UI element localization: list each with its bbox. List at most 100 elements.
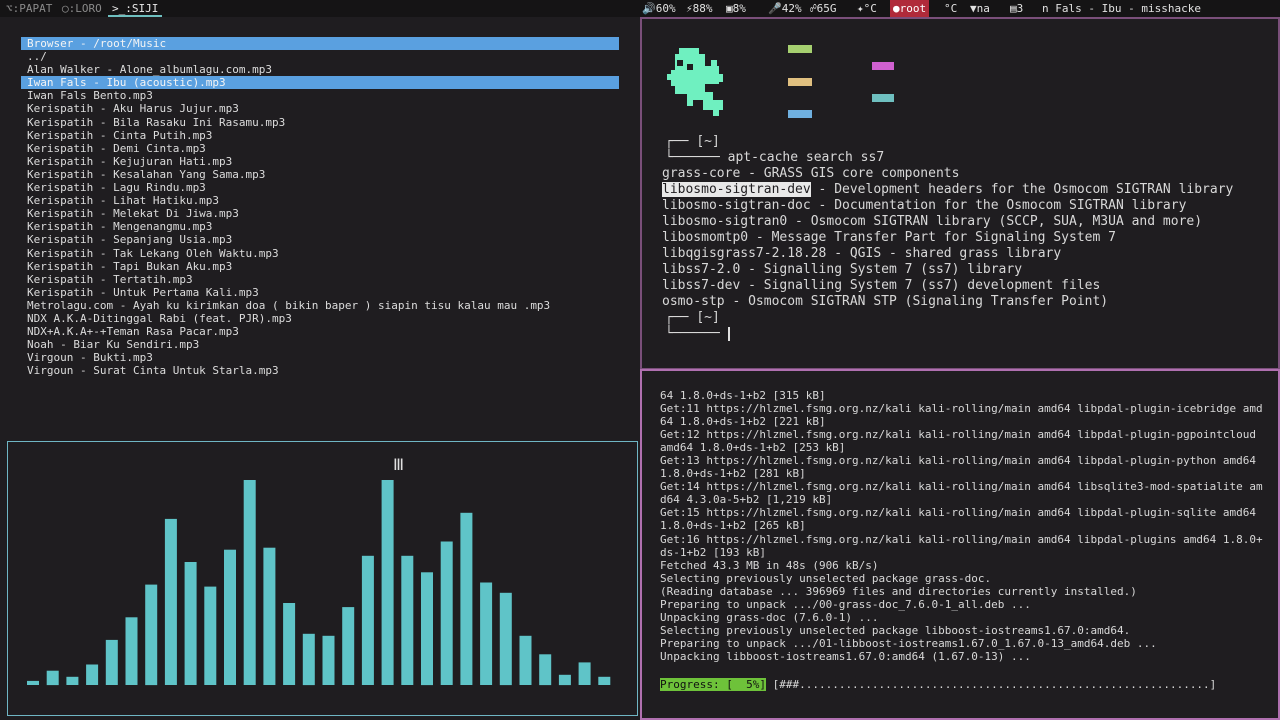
workspace-loro[interactable]: ◯:LORO [58, 0, 106, 17]
file-list-item[interactable]: Iwan Fals Bento.mp3 [21, 89, 619, 102]
package-name[interactable]: grass-core [662, 166, 740, 181]
file-list-item[interactable]: Kerispatih - Demi Cinta.mp3 [21, 142, 619, 155]
file-list-item[interactable]: Iwan Fals - Ibu (acoustic).mp3 [21, 76, 619, 90]
visualizer-bar [499, 592, 512, 686]
visualizer-bar [283, 603, 296, 685]
package-name[interactable]: libosmomtp0 [662, 230, 748, 245]
output-line: amd64 1.8.0+ds-1+b2 [253 kB] [660, 441, 846, 455]
search-result-line: grass-core - GRASS GIS core components [662, 166, 959, 182]
output-line: Get:14 https://hlzmel.fsmg.org.nz/kali k… [660, 480, 1263, 494]
temp-value: °C [863, 2, 877, 15]
output-line: 1.8.0+ds-1+b2 [265 kB] [660, 519, 806, 533]
file-list-item[interactable]: NDX+A.K.A+-+Teman Rasa Pacar.mp3 [21, 325, 619, 338]
visualizer-bar [27, 680, 39, 685]
file-list-item[interactable]: NDX A.K.A-Ditinggal Rabi (feat. PJR).mp3 [21, 312, 619, 325]
visualizer-bar [578, 662, 591, 685]
package-name[interactable]: libss7-dev [662, 278, 740, 293]
file-list-item[interactable]: Kerispatih - Kesalahan Yang Sama.mp3 [21, 168, 619, 181]
file-list-item[interactable]: Kerispatih - Cinta Putih.mp3 [21, 129, 619, 142]
package-name[interactable]: libqgisgrass7-2.18.28 [662, 246, 826, 261]
visualizer-bar [322, 635, 335, 685]
audio-visualizer [7, 441, 638, 716]
volume-value: 60% [655, 2, 676, 15]
visualizer-bar [224, 549, 236, 685]
input-line[interactable]: └────── [665, 326, 730, 342]
search-result-line: libosmo-sigtran-dev - Development header… [662, 182, 1233, 198]
na-value: na [976, 2, 990, 15]
file-list-item[interactable]: Kerispatih - Sepanjang Usia.mp3 [21, 233, 619, 246]
output-line: 64 1.8.0+ds-1+b2 [315 kB] [660, 389, 826, 402]
visualizer-bars [27, 480, 611, 686]
file-list-item[interactable]: Kerispatih - Tapi Bukan Aku.mp3 [21, 260, 619, 273]
file-list-item[interactable]: Kerispatih - Aku Harus Jujur.mp3 [21, 102, 619, 115]
net-value: 65G [816, 2, 837, 15]
visualizer-bar [46, 670, 59, 686]
workspace-siji[interactable]: >_:SIJI [108, 0, 163, 17]
cpu-value: 88% [692, 2, 713, 15]
file-list-item[interactable]: Metrolagu.com - Ayah ku kirimkan doa ( b… [21, 299, 619, 312]
package-name[interactable]: osmo-stp [662, 294, 725, 309]
temp2-value: °C [944, 2, 958, 15]
package-name[interactable]: libosmo-sigtran-doc [662, 198, 811, 213]
disk-value: 8% [732, 2, 746, 15]
search-result-line: osmo-stp - Osmocom SIGTRAN STP (Signalin… [662, 294, 1108, 310]
package-description: - Osmocom SIGTRAN STP (Signaling Transfe… [724, 294, 1109, 309]
output-line: Preparing to unpack .../01-libboost-iost… [660, 636, 1157, 650]
terminal-search[interactable]: ┌── [~] └────── apt-cache search ss7 gra… [640, 17, 1280, 370]
search-result-line: libosmomtp0 - Message Transfer Part for … [662, 230, 1116, 246]
output-line: Get:15 https://hlzmel.fsmg.org.nz/kali k… [660, 506, 1257, 520]
file-list-item[interactable]: Kerispatih - Tertatih.mp3 [21, 273, 619, 286]
visualizer-bar [105, 639, 118, 685]
visualizer-bar [125, 617, 138, 685]
search-result-line: libss7-2.0 - Signalling System 7 (ss7) l… [662, 262, 1022, 278]
package-description: - Message Transfer Part for Signaling Sy… [748, 230, 1116, 245]
mic-status: 🎤42% [768, 2, 802, 15]
file-list-item[interactable]: Kerispatih - Tak Lekang Oleh Waktu.mp3 [21, 247, 619, 260]
file-list-item[interactable]: Noah - Biar Ku Sendiri.mp3 [21, 338, 619, 351]
file-list-item[interactable]: Kerispatih - Kejujuran Hati.mp3 [21, 155, 619, 168]
visualizer-bar [86, 664, 99, 685]
output-line: ds-1+b2 [193 kB] [660, 545, 766, 559]
visualizer-bar [66, 676, 79, 685]
text-cursor-icon: Ⅲ [393, 455, 405, 474]
visualizer-bar [421, 572, 433, 686]
music-browser: Browser - /root/Music ../Alan Walker - A… [21, 37, 619, 377]
output-line: Get:12 https://hlzmel.fsmg.org.nz/kali k… [660, 428, 1257, 442]
search-result-line: libosmo-sigtran0 - Osmocom SIGTRAN libra… [662, 214, 1202, 230]
package-name[interactable]: libss7-2.0 [662, 262, 740, 277]
workspace-papat[interactable]: ⌥:PAPAT [2, 0, 56, 17]
file-list-item[interactable]: Kerispatih - Untuk Pertama Kali.mp3 [21, 286, 619, 299]
output-line: 64 1.8.0+ds-1+b2 [221 kB] [660, 415, 826, 429]
file-list-item[interactable]: Kerispatih - Lihat Hatiku.mp3 [21, 194, 619, 207]
file-list-item[interactable]: ../ [21, 50, 619, 63]
tasks-value: 3 [1016, 2, 1024, 15]
file-list-item[interactable]: Kerispatih - Melekat Di Jiwa.mp3 [21, 207, 619, 220]
file-list-item[interactable]: Virgoun - Surat Cinta Untuk Starla.mp3 [21, 364, 619, 377]
prompt-dir: [~] [696, 134, 720, 149]
prompt2-line: ┌── [~] [665, 310, 720, 325]
output-line: Get:11 https://hlzmel.fsmg.org.nz/kali k… [660, 402, 1263, 416]
visualizer-bar [558, 674, 571, 686]
user-badge: ●root [890, 0, 930, 17]
file-list-item[interactable]: Kerispatih - Lagu Rindu.mp3 [21, 181, 619, 194]
palette-swatch-cyan [872, 94, 894, 102]
terminal-cursor [727, 326, 730, 341]
tasks-status: ▤3 [1010, 2, 1024, 15]
terminal-install[interactable]: 64 1.8.0+ds-1+b2 [315 kB] Get:11 https://… [640, 369, 1280, 720]
package-name[interactable]: libosmo-sigtran0 [662, 214, 787, 229]
browser-title: Browser - /root/Music [21, 37, 619, 51]
output-line: Preparing to unpack .../00-grass-doc_7.6… [660, 597, 1031, 611]
na-status: ▼na [970, 2, 990, 15]
file-list-item[interactable]: Kerispatih - Mengenangmu.mp3 [21, 220, 619, 233]
visualizer-bar [401, 555, 414, 685]
install-output: 64 1.8.0+ds-1+b2 [315 kB] Get:11 https://… [660, 389, 1263, 663]
package-name[interactable]: libosmo-sigtran-dev [662, 182, 811, 197]
file-list-item[interactable]: Alan Walker - Alone_albumlagu.com.mp3 [21, 63, 619, 76]
output-line: Selecting previously unselected package … [660, 571, 992, 585]
visualizer-bar [164, 518, 177, 685]
file-list-item[interactable]: Virgoun - Bukti.mp3 [21, 351, 619, 364]
file-list-item[interactable]: Kerispatih - Bila Rasaku Ini Rasamu.mp3 [21, 116, 619, 129]
output-line: Unpacking libboost-iostreams1.67.0:amd64… [660, 649, 1031, 663]
visualizer-bar [145, 584, 158, 686]
output-line: Get:13 https://hlzmel.fsmg.org.nz/kali k… [660, 454, 1257, 468]
